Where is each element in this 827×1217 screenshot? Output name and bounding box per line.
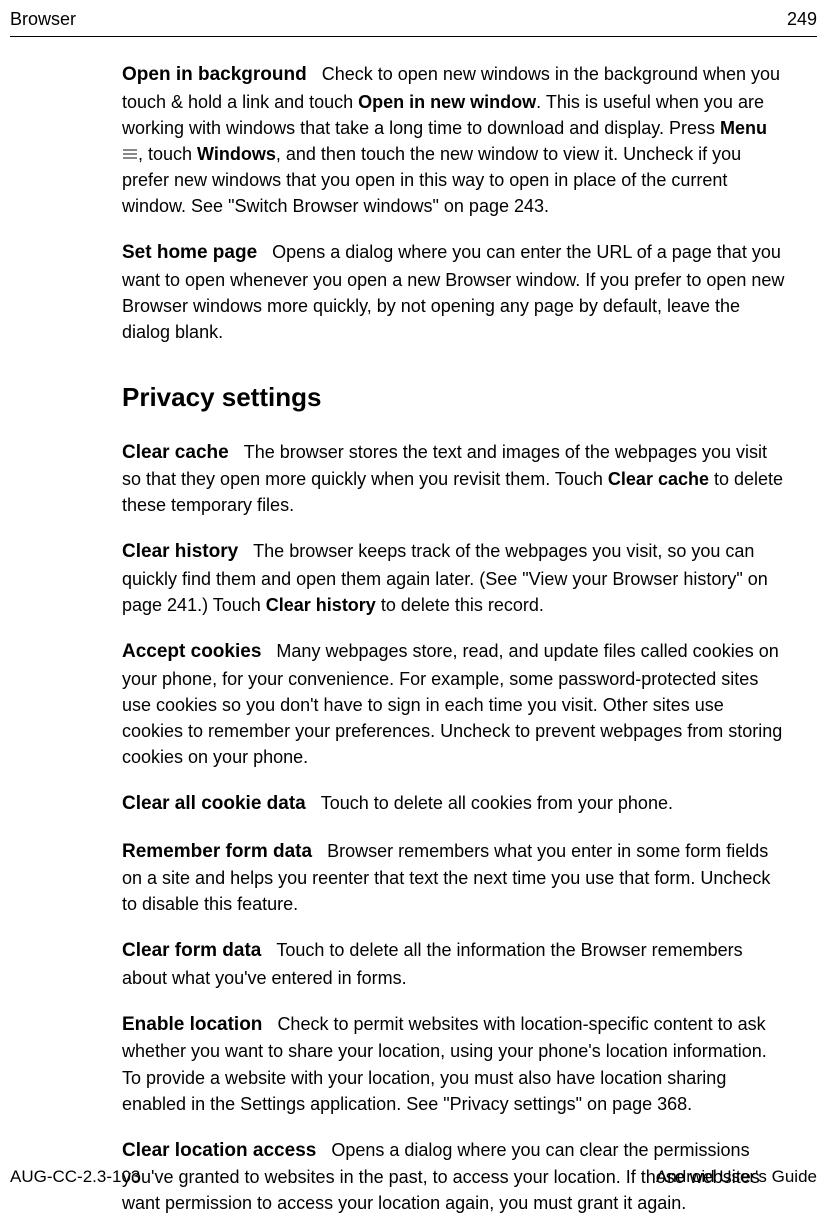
text: to delete this record. (376, 595, 544, 615)
menu-icon (123, 149, 137, 161)
text: Touch to delete all cookies from your ph… (321, 793, 673, 813)
para-remember-form-data: Remember form data Browser remembers wha… (122, 838, 787, 918)
lead-clear-location-access: Clear location access (122, 1140, 316, 1161)
footer-guide-name: Android User's Guide (656, 1165, 817, 1190)
lead-accept-cookies: Accept cookies (122, 641, 261, 662)
lead-clear-history: Clear history (122, 541, 238, 562)
page-footer: AUG-CC-2.3-103 Android User's Guide (10, 1165, 817, 1190)
header-section: Browser (10, 6, 76, 32)
bold-windows: Windows (197, 144, 276, 164)
lead-set-home-page: Set home page (122, 242, 257, 263)
lead-clear-all-cookie-data: Clear all cookie data (122, 793, 306, 814)
page-header: Browser 249 (0, 0, 827, 36)
bold-open-in-new-window: Open in new window (358, 92, 536, 112)
lead-remember-form-data: Remember form data (122, 841, 312, 862)
bold-clear-history: Clear history (266, 595, 376, 615)
para-accept-cookies: Accept cookies Many webpages store, read… (122, 638, 787, 770)
header-rule (10, 36, 817, 37)
para-set-home-page: Set home page Opens a dialog where you c… (122, 239, 787, 345)
bold-menu: Menu (720, 118, 767, 138)
content-area: Open in background Check to open new win… (0, 61, 827, 1216)
para-clear-history: Clear history The browser keeps track of… (122, 538, 787, 618)
lead-clear-form-data: Clear form data (122, 940, 261, 961)
header-page-number: 249 (787, 6, 817, 32)
para-open-in-background: Open in background Check to open new win… (122, 61, 787, 219)
para-clear-form-data: Clear form data Touch to delete all the … (122, 937, 787, 991)
section-heading-privacy-settings: Privacy settings (122, 379, 787, 417)
lead-enable-location: Enable location (122, 1014, 262, 1035)
para-clear-all-cookie-data: Clear all cookie data Touch to delete al… (122, 790, 787, 818)
para-enable-location: Enable location Check to permit websites… (122, 1011, 787, 1117)
footer-doc-id: AUG-CC-2.3-103 (10, 1165, 140, 1190)
text: , touch (138, 144, 197, 164)
para-clear-cache: Clear cache The browser stores the text … (122, 439, 787, 519)
lead-clear-cache: Clear cache (122, 442, 229, 463)
bold-clear-cache: Clear cache (608, 469, 709, 489)
lead-open-in-background: Open in background (122, 64, 307, 85)
